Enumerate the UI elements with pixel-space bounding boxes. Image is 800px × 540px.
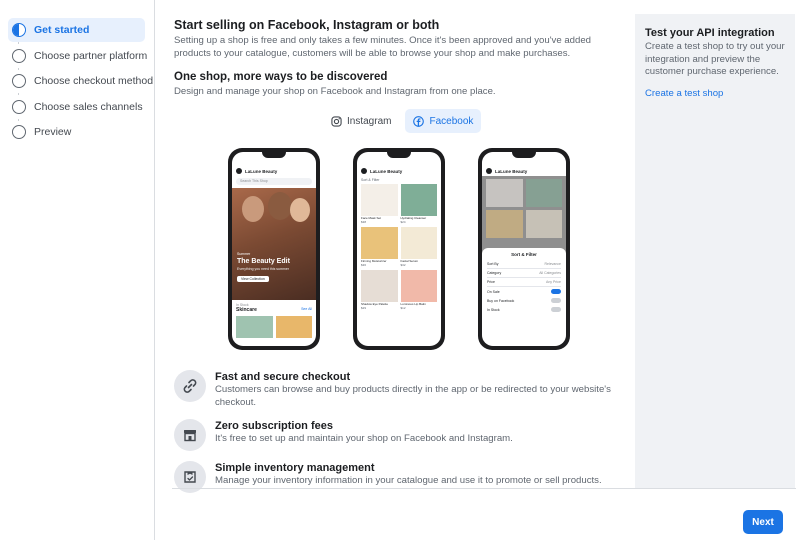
instagram-tab[interactable]: Instagram [323,109,399,133]
next-button[interactable]: Next [743,510,783,534]
filter-sheet: Sort & Filter Sort By Relevance Category A… [482,248,566,346]
link-icon [174,370,206,402]
step-circle-icon [12,48,26,63]
brand-name: LaLune Beauty [495,168,528,174]
step-circle-icon [12,74,26,89]
instagram-icon [331,115,342,127]
feature-title: Simple inventory management [215,462,375,474]
phone-previews: LaLune Beauty Search This Shop Summer Th… [228,148,578,350]
step-label: Choose sales channels [34,100,143,113]
phone-preview-product-grid: LaLune Beauty Sort & Filter Face Mask Se… [353,148,445,350]
section-title: One shop, more ways to be discovered [174,71,388,83]
panel-desc: Create a test shop to try out your integ… [645,41,785,77]
brand-name: LaLune Beauty [245,168,278,174]
product-card: Face Mask Set $38 [361,184,398,224]
brand-logo [486,168,492,174]
section-small-label: In Stock [236,303,249,307]
product-card: Shadow Eye Palette $29 [361,270,398,310]
facebook-tab[interactable]: Facebook [405,109,482,133]
brand-logo [236,168,242,174]
page-intro: Setting up a shop is free and only takes… [174,35,591,59]
section-desc: Design and manage your shop on Facebook … [174,86,496,97]
step-preview[interactable]: Preview [8,120,145,144]
product-card: Hydrating Cleanser $24 [400,184,437,224]
product-card: Facial Serum $32 [400,227,437,267]
phone-preview-filter: LaLune Beauty Sort & Filter Sort By Relev… [478,148,570,350]
step-label: Preview [34,126,72,139]
page-title: Start selling on Facebook, Instagram or … [174,18,440,32]
hero-subtitle: Everything you need this summer [237,267,289,271]
step-label: Choose checkout method [34,75,154,88]
step-choose-checkout-method[interactable]: Choose checkout method [8,69,153,96]
hero-title: The Beauty Edit [237,258,290,265]
shop-search-field: Search This Shop [236,178,312,185]
feature-desc: Customers can browse and buy products di… [215,384,611,408]
create-test-shop-link[interactable]: Create a test shop [645,88,723,99]
facebook-tab-label: Facebook [429,115,474,127]
view-collection-button: View Collection [237,276,269,282]
platform-toggle: Instagram Facebook [323,109,482,133]
product-card: Firming Moisturizer $36 [361,227,398,267]
brand-logo [361,168,367,174]
section-label: Skincare [236,307,257,313]
see-all-link: See All [301,307,312,311]
storefront-icon [174,419,206,451]
phone-preview-shop-home: LaLune Beauty Search This Shop Summer Th… [228,148,320,350]
step-sidebar: Get started Choose partner platform Choo… [0,0,155,540]
step-label: Choose partner platform [34,49,148,62]
feature-title: Zero subscription fees [215,420,333,432]
footer-divider [172,488,796,489]
step-progress-icon [12,23,26,37]
instagram-tab-label: Instagram [347,115,392,127]
step-choose-partner-platform[interactable]: Choose partner platform [8,44,148,70]
panel-title: Test your API integration [645,27,775,39]
filter-sheet-title: Sort & Filter [511,252,537,257]
main-content: Start selling on Facebook, Instagram or … [174,18,624,493]
api-integration-panel: Test your API integration Create a test … [635,14,795,488]
hero-image: Summer The Beauty Edit Everything you ne… [232,188,316,300]
step-circle-icon [12,99,26,114]
step-label: Get started [34,24,90,36]
sort-filter-label: Sort & Filter [361,178,380,182]
hero-small-label: Summer [237,252,251,256]
brand-name: LaLune Beauty [370,168,403,174]
feature-list: Fast and secure checkout Customers can b… [174,370,624,503]
feature-desc: Manage your inventory information in you… [215,475,602,486]
step-circle-icon [12,125,26,140]
step-get-started[interactable]: Get started [8,18,145,44]
feature-item: Zero subscription fees It's free to set … [174,419,624,451]
feature-item: Fast and secure checkout Customers can b… [174,370,624,409]
product-card: Luminous Lip Balm $12 [400,270,437,310]
feature-desc: It's free to set up and maintain your sh… [215,433,513,444]
facebook-icon [413,115,425,127]
step-choose-sales-channels[interactable]: Choose sales channels [8,95,145,121]
feature-title: Fast and secure checkout [215,371,351,383]
